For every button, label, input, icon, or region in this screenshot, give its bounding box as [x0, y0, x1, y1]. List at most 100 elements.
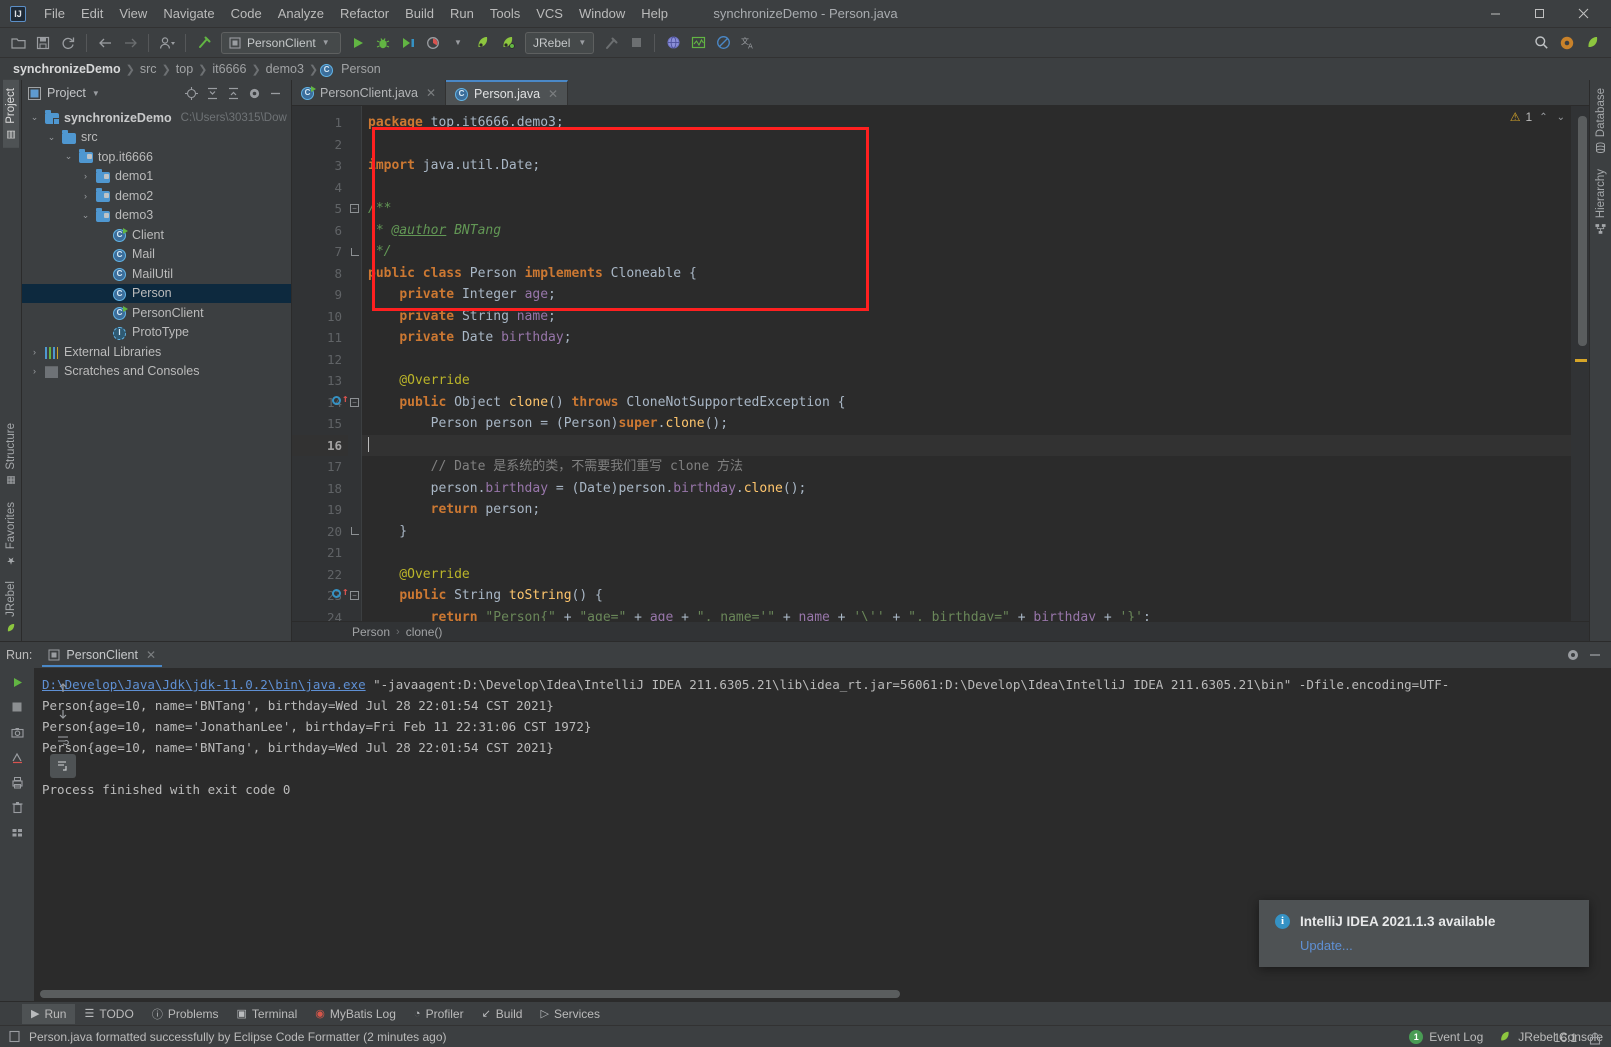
menu-item-navigate[interactable]: Navigate [155, 2, 222, 25]
menu-item-view[interactable]: View [111, 2, 155, 25]
code-folding-column[interactable]: − − − [348, 106, 362, 621]
chevron-down-icon[interactable]: ⌄ [79, 210, 92, 221]
tree-node-demo2[interactable]: › demo2 [22, 186, 291, 206]
forward-icon[interactable] [118, 31, 142, 55]
tab-close-icon-active[interactable]: ✕ [548, 87, 558, 101]
code-line[interactable] [362, 177, 1571, 199]
fold-marker[interactable] [348, 435, 361, 457]
project-tree[interactable]: ⌄ synchronizeDemo C:\Users\30315\Dow ⌄ src ⌄ t… [22, 106, 291, 641]
line-number[interactable]: 20 [292, 521, 348, 543]
tool-window-button-todo[interactable]: ☰ TODO [75, 1004, 142, 1024]
code-line[interactable]: Person person = (Person)super.clone(); [362, 413, 1571, 435]
stop-icon[interactable] [624, 31, 648, 55]
run-hide-icon[interactable] [1585, 645, 1605, 665]
chevron-down-profiler-icon[interactable]: ▼ [446, 31, 470, 55]
code-line[interactable]: import java.util.Date; [362, 155, 1571, 177]
gear-icon[interactable] [1555, 31, 1579, 55]
line-number[interactable]: 21 [292, 542, 348, 564]
tab-Person-java[interactable]: C Person.java ✕ [446, 80, 569, 105]
tool-window-button-terminal[interactable]: ▣ Terminal [228, 1004, 307, 1024]
code-line[interactable]: return person; [362, 499, 1571, 521]
line-number[interactable]: 3 [292, 155, 348, 177]
jrebel-run-icon[interactable] [471, 31, 495, 55]
line-number[interactable]: 11 [292, 327, 348, 349]
tree-node-synchronizedemo[interactable]: ⌄ synchronizeDemo C:\Users\30315\Dow [22, 108, 291, 128]
stripe-item-structure[interactable]: ▦ Structure [3, 415, 19, 494]
code-line[interactable] [362, 134, 1571, 156]
chevron-down-icon[interactable]: ⌄ [28, 112, 41, 123]
prev-problem-icon[interactable]: ⌃ [1537, 112, 1549, 123]
code-line[interactable]: public class Person implements Cloneable… [362, 263, 1571, 285]
fold-marker[interactable] [348, 478, 361, 500]
chevron-right-icon[interactable]: › [28, 347, 41, 357]
globe-icon[interactable] [661, 31, 685, 55]
fold-marker[interactable] [348, 263, 361, 285]
fold-marker[interactable]: − [348, 585, 361, 607]
scroll-to-end-icon[interactable] [50, 754, 76, 778]
line-number[interactable]: 5 [292, 198, 348, 220]
fold-marker[interactable] [348, 306, 361, 328]
fold-marker[interactable]: − [348, 198, 361, 220]
line-number[interactable]: 16 [292, 434, 348, 456]
line-number[interactable]: 15 [292, 413, 348, 435]
stripe-item-favorites[interactable]: ★ Favorites [3, 494, 19, 573]
chevron-down-icon[interactable]: ⌄ [45, 132, 58, 143]
code-line[interactable]: public String toString() { [362, 585, 1571, 607]
fold-marker[interactable] [348, 413, 361, 435]
menu-item-edit[interactable]: Edit [73, 2, 111, 25]
tree-node-prototype[interactable]: · I ProtoType [22, 323, 291, 343]
line-number[interactable]: 7 [292, 241, 348, 263]
tree-node-client[interactable]: · C Client [22, 225, 291, 245]
line-number[interactable]: 12 [292, 349, 348, 371]
jrebel-selector[interactable]: JRebel ▼ [525, 31, 595, 54]
tree-node-src[interactable]: ⌄ src [22, 128, 291, 148]
code-line[interactable]: // Date 是系统的类，不需要我们重写 clone 方法 [362, 456, 1571, 478]
menu-item-code[interactable]: Code [223, 2, 270, 25]
breadcrumb-item-person[interactable]: C Person [320, 61, 384, 77]
fold-marker[interactable]: − [348, 392, 361, 414]
tool-window-button-mybatis-log[interactable]: ◉ MyBatis Log [306, 1004, 405, 1024]
tool-window-button-run[interactable]: ▶ Run [22, 1003, 76, 1024]
line-number[interactable]: 17 [292, 456, 348, 478]
stripe-item-database[interactable]: Database [1593, 80, 1609, 161]
synchronize-icon[interactable] [56, 31, 80, 55]
run-icon[interactable] [346, 31, 370, 55]
fold-marker[interactable] [348, 155, 361, 177]
breadcrumb-item-demo3[interactable]: demo3 [263, 61, 307, 77]
line-number[interactable]: 13 [292, 370, 348, 392]
run-tab-PersonClient[interactable]: PersonClient ✕ [42, 644, 163, 667]
fold-marker[interactable] [348, 177, 361, 199]
search-icon[interactable] [1529, 31, 1553, 55]
tool-window-button-services[interactable]: ▷ Services [531, 1004, 608, 1024]
maximize-button[interactable] [1517, 0, 1561, 27]
chevron-right-icon[interactable]: › [79, 191, 92, 201]
code-line[interactable] [362, 349, 1571, 371]
scroll-down-icon[interactable] [50, 702, 76, 726]
chevron-right-icon[interactable]: › [28, 366, 41, 376]
fold-collapse-icon[interactable]: − [350, 204, 359, 214]
menu-item-refactor[interactable]: Refactor [332, 2, 397, 25]
stripe-item-hierarchy[interactable]: Hierarchy [1593, 161, 1609, 242]
back-icon[interactable] [93, 31, 117, 55]
code-line[interactable]: } [362, 521, 1571, 543]
debug-icon[interactable] [371, 31, 395, 55]
menu-item-run[interactable]: Run [442, 2, 482, 25]
monitor-chart-icon[interactable] [686, 31, 710, 55]
save-all-icon[interactable] [31, 31, 55, 55]
print-icon[interactable] [4, 770, 30, 794]
override-method-icon[interactable] [332, 589, 341, 598]
chevron-down-icon[interactable]: ⌄ [62, 151, 75, 162]
line-number[interactable]: 6 [292, 220, 348, 242]
minimize-button[interactable] [1473, 0, 1517, 27]
line-number[interactable]: 18 [292, 478, 348, 500]
grid-icon[interactable] [4, 820, 30, 844]
fold-marker[interactable] [348, 327, 361, 349]
tree-node-personclient[interactable]: · C PersonClient [22, 303, 291, 323]
tree-node-demo1[interactable]: › demo1 [22, 167, 291, 187]
tree-node-demo3[interactable]: ⌄ demo3 [22, 206, 291, 226]
profiler-icon[interactable] [421, 31, 445, 55]
tree-node-top-it6666[interactable]: ⌄ top.it6666 [22, 147, 291, 167]
jrebel-debug-icon[interactable] [496, 31, 520, 55]
fold-marker[interactable] [348, 607, 361, 622]
fold-marker[interactable] [348, 134, 361, 156]
